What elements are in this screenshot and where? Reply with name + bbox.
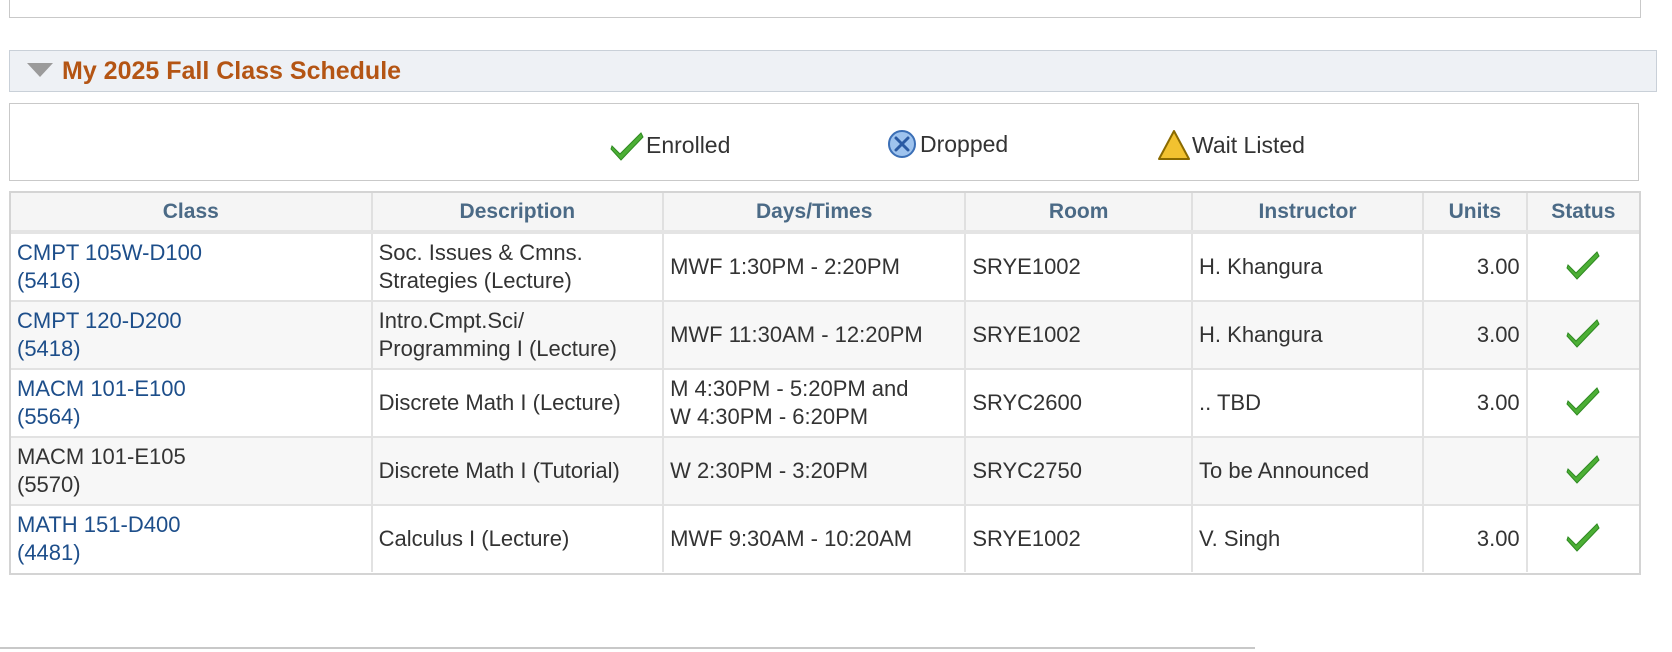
table-header-row: Class Description Days/Times Room Instru… xyxy=(11,193,1639,234)
status-cell xyxy=(1527,505,1639,572)
table-row: CMPT 105W-D100 (5416) Soc. Issues & Cmns. S… xyxy=(11,232,1639,302)
bottom-divider xyxy=(0,647,1255,649)
days-times-cell: MWF 1:30PM - 2:20PM xyxy=(663,232,967,302)
description-line-1: Discrete Math I (Lecture) xyxy=(378,390,621,415)
class-number-link[interactable]: (5564) xyxy=(17,403,365,431)
units-cell: 3.00 xyxy=(1423,505,1528,572)
class-cell: MACM 101-E105 (5570) xyxy=(11,437,373,506)
enrolled-check-icon xyxy=(1566,386,1600,416)
units-cell xyxy=(1423,437,1528,506)
legend-enrolled: Enrolled xyxy=(610,129,730,161)
table-row: CMPT 120-D200 (5418) Intro.Cmpt.Sci/Progra… xyxy=(11,301,1639,370)
description-line-1: Intro.Cmpt.Sci/ xyxy=(378,308,525,333)
days-times-line-1: MWF 9:30AM - 10:20AM xyxy=(670,526,913,551)
description-cell: Discrete Math I (Lecture) xyxy=(371,369,665,438)
room-cell: SRYE1002 xyxy=(965,232,1194,302)
class-cell[interactable]: CMPT 105W-D100 (5416) xyxy=(11,232,373,302)
class-cell[interactable]: MATH 151-D400 (4481) xyxy=(11,505,373,572)
schedule-section-header[interactable]: My 2025 Fall Class Schedule xyxy=(9,50,1657,92)
table-row: MACM 101-E100 (5564) Discrete Math I (Lect… xyxy=(11,369,1639,438)
status-cell xyxy=(1526,437,1639,506)
header-class: Class xyxy=(11,193,373,234)
instructor-cell: .. TBD xyxy=(1192,369,1425,438)
status-legend: Enrolled Dropped Wait Listed xyxy=(9,103,1639,181)
legend-dropped-label: Dropped xyxy=(920,130,1009,157)
days-times-cell: M 4:30PM - 5:20PM and W 4:30PM - 6:20PM xyxy=(663,369,967,438)
class-section-link: MACM 101-E105 xyxy=(17,444,186,469)
units-cell: 3.00 xyxy=(1423,232,1528,302)
table-row: MATH 151-D400 (4481) Calculus I (Lecture) M… xyxy=(11,505,1639,572)
units-cell: 3.00 xyxy=(1423,301,1528,370)
description-line-2: Strategies (Lecture) xyxy=(378,268,572,293)
enrolled-check-icon xyxy=(1566,250,1600,280)
class-section-link[interactable]: CMPT 105W-D100 xyxy=(17,239,365,267)
room-cell: SRYC2750 xyxy=(965,437,1194,506)
days-times-line-1: M 4:30PM - 5:20PM and xyxy=(670,376,909,401)
class-number-link[interactable]: (4481) xyxy=(17,539,365,567)
class-cell[interactable]: CMPT 120-D200 (5418) xyxy=(11,301,373,370)
dropped-x-icon xyxy=(888,130,916,158)
class-cell[interactable]: MACM 101-E100 (5564) xyxy=(11,369,373,438)
days-times-line-1: W 2:30PM - 3:20PM xyxy=(670,458,869,483)
previous-section-box xyxy=(9,0,1641,18)
class-section-link[interactable]: MACM 101-E100 xyxy=(17,375,365,403)
legend-wait-listed-label: Wait Listed xyxy=(1192,131,1305,158)
description-line-1: Calculus I (Lecture) xyxy=(378,526,570,551)
header-units: Units xyxy=(1423,193,1528,234)
days-times-line-1: MWF 11:30AM - 12:20PM xyxy=(670,322,923,347)
description-line-1: Discrete Math I (Tutorial) xyxy=(378,458,620,483)
header-instructor: Instructor xyxy=(1192,193,1425,234)
days-times-line-2: W 4:30PM - 6:20PM xyxy=(670,404,869,429)
header-room: Room xyxy=(965,193,1194,234)
enrolled-check-icon xyxy=(1566,522,1600,552)
days-times-cell: W 2:30PM - 3:20PM xyxy=(663,437,967,506)
header-description: Description xyxy=(371,193,665,234)
instructor-cell: To be Announced xyxy=(1192,437,1425,506)
description-line-1: Soc. Issues & Cmns. xyxy=(378,240,583,265)
class-number-link: (5570) xyxy=(17,472,81,497)
section-title: My 2025 Fall Class Schedule xyxy=(62,57,402,85)
description-cell: Calculus I (Lecture) xyxy=(371,505,665,572)
collapse-triangle-icon[interactable] xyxy=(27,63,53,77)
class-schedule-table: Class Description Days/Times Room Instru… xyxy=(9,191,1641,575)
status-cell xyxy=(1526,232,1639,302)
instructor-cell: H. Khangura xyxy=(1192,301,1425,370)
enrolled-check-icon xyxy=(610,132,644,161)
header-days-times: Days/Times xyxy=(663,193,967,234)
room-cell: SRYE1002 xyxy=(965,301,1194,370)
instructor-cell: H. Khangura xyxy=(1192,232,1425,302)
wait-listed-warning-icon xyxy=(1158,130,1190,160)
legend-enrolled-label: Enrolled xyxy=(646,131,731,158)
description-cell: Soc. Issues & Cmns. Strategies (Lecture) xyxy=(371,232,665,302)
description-cell: Intro.Cmpt.Sci/Programming I (Lecture) xyxy=(371,301,665,370)
class-section-link[interactable]: MATH 151-D400 xyxy=(17,511,365,539)
legend-dropped: Dropped xyxy=(888,129,1008,159)
days-times-cell: MWF 9:30AM - 10:20AM xyxy=(663,505,967,572)
instructor-cell: V. Singh xyxy=(1192,505,1425,572)
legend-wait-listed: Wait Listed xyxy=(1158,129,1305,161)
class-number-link[interactable]: (5416) xyxy=(17,267,365,295)
class-section-link[interactable]: CMPT 120-D200 xyxy=(17,307,365,335)
enrolled-check-icon xyxy=(1566,454,1600,484)
status-cell xyxy=(1526,369,1639,438)
table-row: MACM 101-E105 (5570) Discrete Math I (Tuto… xyxy=(11,437,1639,506)
description-line-2: Programming I (Lecture) xyxy=(378,336,617,361)
days-times-cell: MWF 11:30AM - 12:20PM xyxy=(663,301,967,370)
header-status: Status xyxy=(1526,193,1639,234)
room-cell: SRYE1002 xyxy=(965,505,1194,572)
room-cell: SRYC2600 xyxy=(965,369,1194,438)
status-cell xyxy=(1526,301,1639,370)
description-cell: Discrete Math I (Tutorial) xyxy=(371,437,665,506)
class-number-link[interactable]: (5418) xyxy=(17,335,365,363)
days-times-line-1: MWF 1:30PM - 2:20PM xyxy=(670,254,900,279)
units-cell: 3.00 xyxy=(1423,369,1528,438)
enrolled-check-icon xyxy=(1566,318,1600,348)
